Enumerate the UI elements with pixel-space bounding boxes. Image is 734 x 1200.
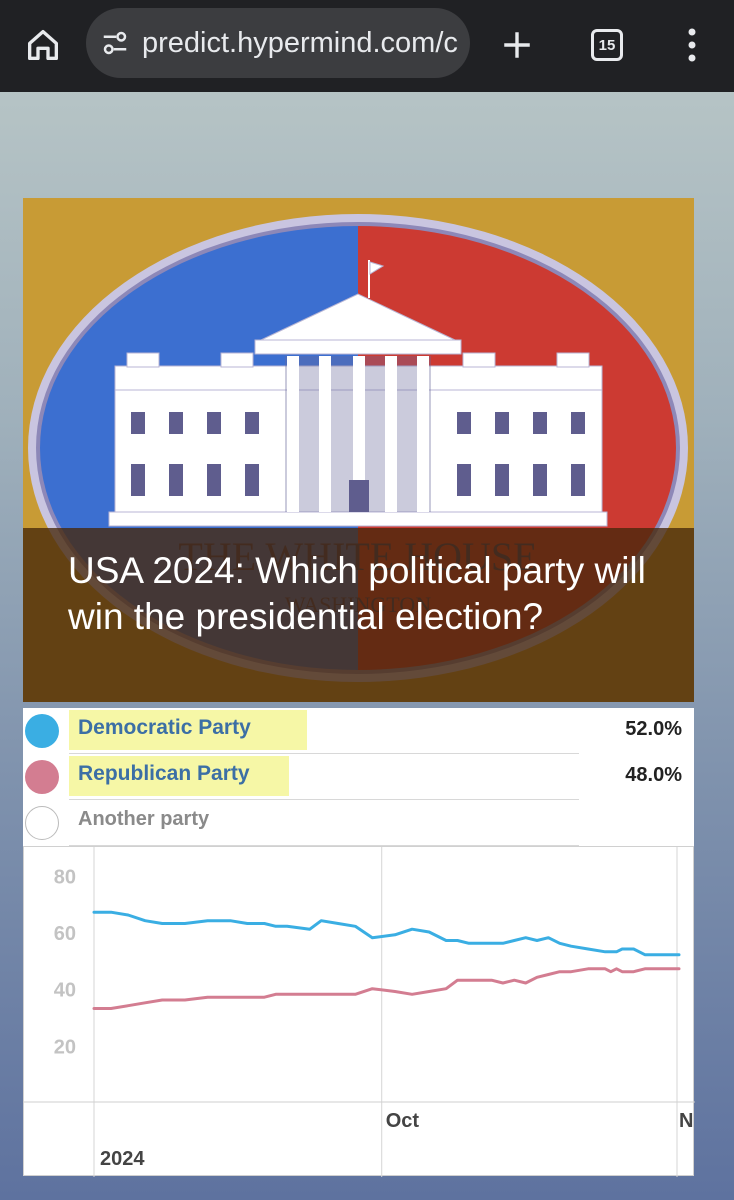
x-year-label: 2024 xyxy=(100,1148,145,1170)
x-tick-label: N xyxy=(679,1110,693,1132)
outcome-name-democratic: Democratic Party xyxy=(78,716,251,739)
site-settings-icon[interactable] xyxy=(100,28,130,58)
browser-toolbar: predict.hypermind.com/c 15 xyxy=(0,0,734,92)
outcome-row-democratic[interactable]: Democratic Party 52.0% xyxy=(23,708,694,754)
home-icon[interactable] xyxy=(18,20,68,70)
y-tick-label: 40 xyxy=(54,980,76,1002)
y-tick-label: 60 xyxy=(54,923,76,945)
outcomes-list: Democratic Party 52.0% Republican Party … xyxy=(23,708,694,846)
series-line-republican xyxy=(92,967,681,1010)
title-overlay: USA 2024: Which political party will win… xyxy=(23,528,694,702)
series-line-democratic xyxy=(92,910,681,957)
outcome-row-another[interactable]: Another party xyxy=(23,800,694,846)
address-bar[interactable]: predict.hypermind.com/c xyxy=(86,8,470,78)
outcome-row-republican[interactable]: Republican Party 48.0% xyxy=(23,754,694,800)
republican-color-dot xyxy=(25,760,59,794)
market-title: USA 2024: Which political party will win… xyxy=(68,550,646,637)
outcome-name-another: Another party xyxy=(78,808,210,830)
new-tab-plus-icon[interactable] xyxy=(492,20,542,70)
another-color-dot xyxy=(25,806,59,840)
y-tick-label: 80 xyxy=(54,866,76,888)
x-tick-label: Oct xyxy=(386,1110,420,1132)
outcome-percent-republican: 48.0% xyxy=(625,764,682,786)
outcome-name-republican: Republican Party xyxy=(78,762,250,785)
democratic-color-dot xyxy=(25,714,59,748)
more-menu-icon[interactable] xyxy=(672,20,712,70)
chart-svg: 80 60 40 20 Oct N 2024 xyxy=(24,847,695,1177)
y-tick-label: 20 xyxy=(54,1036,76,1058)
tab-switcher-icon[interactable]: 15 xyxy=(584,22,630,68)
tab-count: 15 xyxy=(591,29,623,61)
outcome-percent-democratic: 52.0% xyxy=(625,718,682,740)
url-text[interactable]: predict.hypermind.com/c xyxy=(142,26,460,60)
market-hero-image[interactable]: THE WHITE HOUSE WASHINGTON USA 2024: Whi… xyxy=(23,198,694,702)
price-history-chart[interactable]: 80 60 40 20 Oct N 2024 xyxy=(23,846,695,1177)
